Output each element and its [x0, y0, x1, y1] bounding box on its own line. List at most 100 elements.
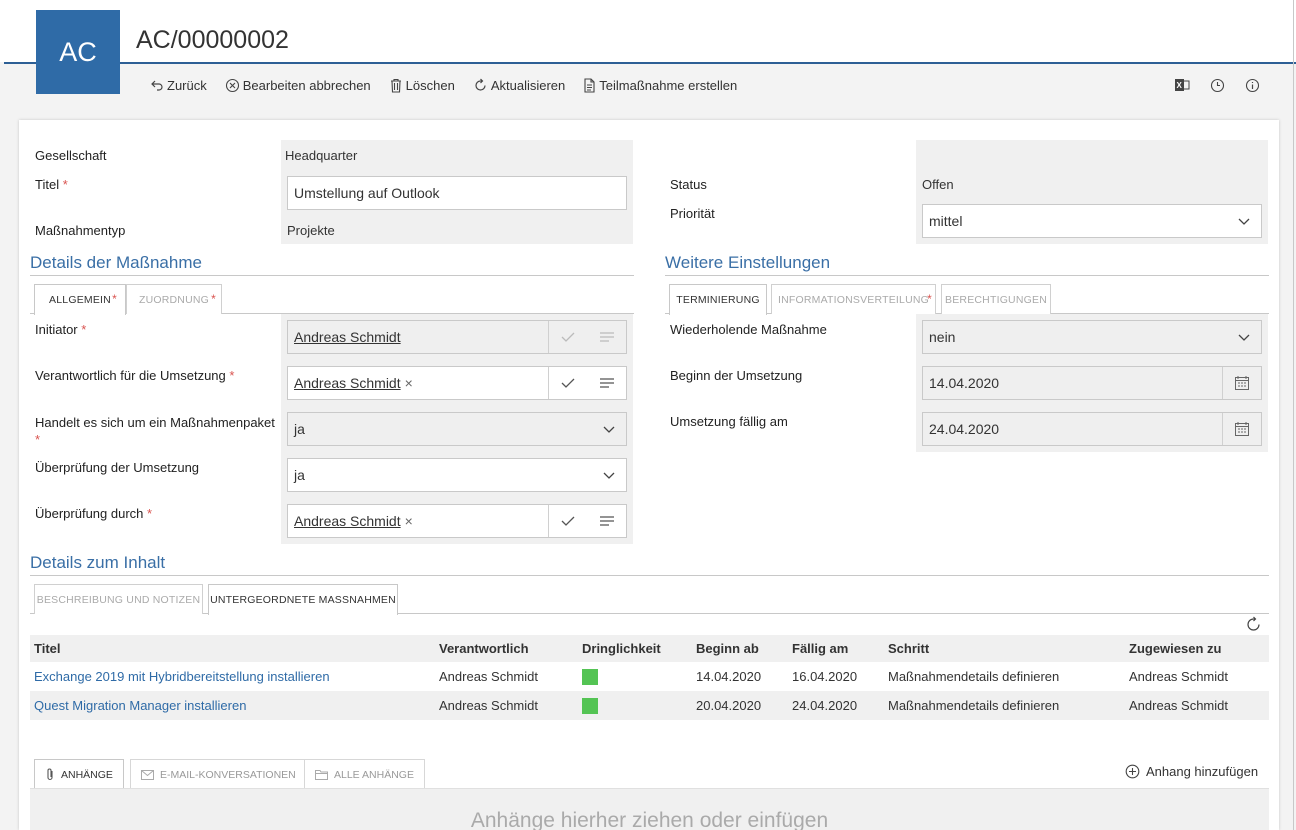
- remove-icon[interactable]: ×: [405, 513, 413, 529]
- col-responsible[interactable]: Verantwortlich: [435, 635, 578, 662]
- row-start: 20.04.2020: [692, 691, 788, 720]
- reviewer-lookup[interactable]: Andreas Schmidt ×: [287, 504, 627, 538]
- list-icon[interactable]: [598, 374, 616, 392]
- responsible-label: Verantwortlich für die Umsetzung *: [35, 368, 235, 383]
- title-input[interactable]: Umstellung auf Outlook: [287, 176, 627, 210]
- row-title-link[interactable]: Quest Migration Manager installieren: [34, 698, 246, 713]
- plus-circle-icon: [1125, 764, 1140, 779]
- company-value: Headquarter: [285, 148, 358, 163]
- tab-informationsverteilung[interactable]: INFORMATIONSVERTEILUNG *: [771, 284, 936, 314]
- check-icon[interactable]: [559, 374, 577, 392]
- list-icon: [600, 332, 614, 342]
- col-start[interactable]: Beginn ab: [692, 635, 788, 662]
- row-step: Maßnahmendetails definieren: [888, 669, 1060, 684]
- responsible-lookup[interactable]: Andreas Schmidt ×: [287, 366, 627, 400]
- trash-icon: [390, 78, 401, 93]
- details-section-title: Details der Maßnahme: [30, 253, 202, 272]
- status-label: Status: [670, 177, 707, 192]
- chevron-down-icon: [603, 472, 615, 479]
- due-date-input[interactable]: 24.04.2020: [922, 412, 1262, 446]
- tab-untergeordnete[interactable]: UNTERGEORDNETE MASSNAHMEN: [208, 584, 398, 615]
- initiator-lookup[interactable]: Andreas Schmidt: [287, 320, 627, 354]
- col-assigned[interactable]: Zugewiesen zu: [1125, 635, 1269, 662]
- row-responsible: Andreas Schmidt: [439, 669, 538, 684]
- refresh-icon: [475, 78, 486, 91]
- tab-allgemein[interactable]: ALLGEMEIN *: [34, 284, 126, 315]
- table-header-row: Titel Verantwortlich Dringlichkeit Begin…: [30, 635, 1269, 662]
- package-label: Handelt es sich um ein Maßnahmenpaket *: [35, 415, 275, 447]
- undo-arrow-icon: [151, 80, 163, 91]
- tab-zuordnung[interactable]: ZUORDNUNG *: [126, 284, 222, 314]
- package-select[interactable]: ja: [287, 412, 627, 446]
- col-urgency[interactable]: Dringlichkeit: [578, 635, 692, 662]
- table-row[interactable]: Quest Migration Manager installieren And…: [30, 691, 1269, 720]
- row-start: 14.04.2020: [696, 669, 762, 684]
- cancel-edit-button[interactable]: Bearbeiten abbrechen: [225, 78, 371, 93]
- paperclip-icon: [47, 768, 53, 781]
- due-label: Umsetzung fällig am: [670, 414, 788, 429]
- table-row[interactable]: Exchange 2019 mit Hybridbereitstellung i…: [30, 662, 1269, 691]
- header-divider: [4, 62, 1296, 64]
- check-icon[interactable]: [559, 512, 577, 530]
- tab-email-conversations[interactable]: E-MAIL-KONVERSATIONEN: [130, 759, 307, 789]
- chevron-down-icon: [1238, 334, 1250, 341]
- refresh-icon[interactable]: [1245, 616, 1262, 633]
- company-label: Gesellschaft: [35, 148, 107, 163]
- history-icon[interactable]: [1208, 76, 1226, 94]
- refresh-button[interactable]: Aktualisieren: [473, 78, 565, 93]
- chevron-down-icon: [603, 426, 615, 433]
- row-assigned: Andreas Schmidt: [1129, 669, 1228, 684]
- reviewer-label: Überprüfung durch *: [35, 506, 153, 521]
- row-due: 16.04.2020: [792, 669, 858, 684]
- col-step[interactable]: Schritt: [884, 635, 1125, 662]
- row-responsible: Andreas Schmidt: [435, 691, 578, 720]
- status-value: Offen: [922, 177, 954, 192]
- delete-button[interactable]: Löschen: [389, 78, 455, 93]
- recurring-label: Wiederholende Maßnahme: [670, 322, 827, 337]
- review-select[interactable]: ja: [287, 458, 627, 492]
- remove-icon[interactable]: ×: [405, 375, 413, 391]
- type-label: Maßnahmentyp: [35, 223, 126, 238]
- urgency-indicator: [582, 668, 598, 685]
- add-attachment-button[interactable]: Anhang hinzufügen: [1125, 764, 1258, 779]
- page-title: AC/00000002: [136, 26, 289, 54]
- row-due: 24.04.2020: [788, 691, 884, 720]
- close-circle-icon: [225, 78, 239, 92]
- create-sub-label: Teilmaßnahme erstellen: [599, 77, 738, 93]
- attachment-dropzone[interactable]: Anhänge hierher ziehen oder einfügen: [30, 789, 1269, 830]
- tab-beschreibung[interactable]: BESCHREIBUNG UND NOTIZEN: [34, 584, 203, 614]
- delete-label: Löschen: [405, 77, 455, 93]
- cancel-edit-label: Bearbeiten abbrechen: [242, 77, 371, 93]
- priority-select[interactable]: mittel: [922, 204, 1262, 238]
- info-icon[interactable]: [1243, 76, 1261, 94]
- calendar-icon[interactable]: [1234, 375, 1250, 391]
- priority-label: Priorität: [670, 206, 715, 221]
- back-button[interactable]: Zurück: [150, 78, 207, 93]
- start-date-input[interactable]: 14.04.2020: [922, 366, 1262, 400]
- tab-berechtigungen[interactable]: BERECHTIGUNGEN: [941, 284, 1051, 314]
- row-title-link[interactable]: Exchange 2019 mit Hybridbereitstellung i…: [34, 669, 330, 684]
- tab-terminierung[interactable]: TERMINIERUNG: [669, 284, 767, 315]
- title-label: Titel *: [35, 177, 68, 192]
- col-due[interactable]: Fällig am: [788, 635, 884, 662]
- review-label: Überprüfung der Umsetzung: [35, 460, 200, 475]
- tab-all-attachments[interactable]: ALLE ANHÄNGE: [304, 759, 425, 789]
- avatar: AC: [36, 10, 120, 94]
- toolbar: Zurück Bearbeiten abbrechen Löschen Aktu…: [150, 74, 755, 96]
- urgency-indicator: [582, 697, 598, 714]
- tab-attachments[interactable]: ANHÄNGE: [34, 759, 124, 789]
- row-step: Maßnahmendetails definieren: [884, 691, 1125, 720]
- check-icon: [561, 332, 575, 342]
- create-sub-button[interactable]: Teilmaßnahme erstellen: [583, 78, 737, 93]
- type-value: Projekte: [287, 223, 335, 238]
- recurring-select[interactable]: nein: [922, 320, 1262, 354]
- row-assigned: Andreas Schmidt: [1125, 691, 1269, 720]
- list-icon[interactable]: [598, 512, 616, 530]
- col-title[interactable]: Titel: [30, 635, 435, 662]
- back-label: Zurück: [167, 77, 207, 93]
- calendar-icon[interactable]: [1234, 421, 1250, 437]
- refresh-label: Aktualisieren: [490, 77, 566, 93]
- excel-icon[interactable]: X: [1173, 76, 1191, 94]
- settings-section-title: Weitere Einstellungen: [665, 253, 831, 272]
- mail-icon: [141, 769, 154, 780]
